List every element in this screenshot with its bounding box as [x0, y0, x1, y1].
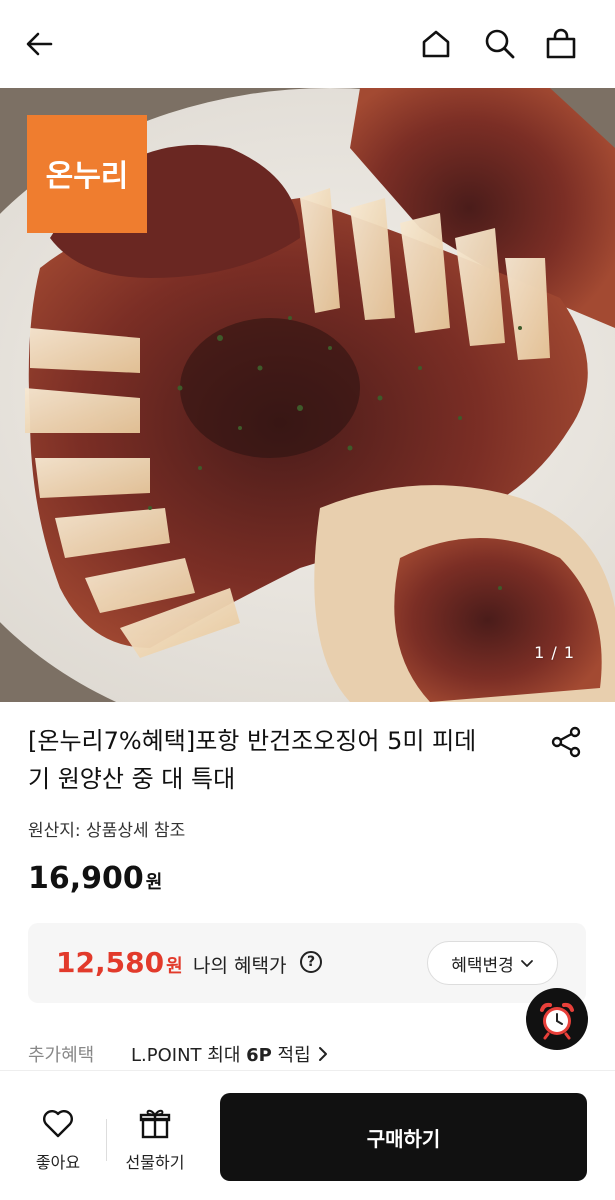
like-label: 좋아요: [35, 1153, 81, 1172]
product-title-line1: [온누리7%혜택]포항 반건조오징어 5미 피데: [28, 727, 477, 755]
product-title: [온누리7%혜택]포항 반건조오징어 5미 피데 기 원양산 중 대 특대: [28, 722, 548, 798]
svg-text:온누리: 온누리: [46, 159, 129, 194]
lpoint-link[interactable]: L.POINT 최대 6P 적립: [131, 1041, 329, 1067]
shopping-bag-icon: [546, 28, 576, 59]
price-unit: 원: [145, 872, 163, 893]
price-value: 16,900: [28, 861, 144, 896]
top-header: [0, 0, 615, 88]
extra-benefit-label: 추가혜택: [28, 1045, 95, 1066]
benefit-price-box: 12,580 원 나의 혜택가 ? 혜택변경: [28, 923, 586, 1003]
cart-button[interactable]: [539, 22, 583, 66]
heart-icon: [43, 1110, 73, 1138]
onnuri-logo-mark: 온누리: [46, 159, 129, 194]
product-image[interactable]: 온누리 1 / 1: [0, 88, 615, 702]
change-benefit-label: 혜택변경: [451, 955, 514, 976]
buy-button[interactable]: 구매하기: [220, 1093, 587, 1181]
chevron-right-icon: [318, 1047, 327, 1061]
change-benefit-button[interactable]: 혜택변경: [427, 941, 558, 985]
product-title-line2: 기 원양산 중 대 특대: [28, 765, 236, 793]
search-icon: [485, 29, 515, 59]
benefit-label: 나의 혜택가: [193, 955, 287, 977]
search-button[interactable]: [478, 22, 522, 66]
chevron-down-icon: [520, 960, 533, 967]
gift-icon: [139, 1109, 171, 1139]
benefit-price: 12,580 원: [56, 946, 183, 979]
benefit-price-unit: 원: [166, 956, 183, 977]
lpoint-text: L.POINT 최대 6P 적립: [131, 1041, 311, 1067]
lpoint-suffix: 적립: [271, 1045, 311, 1066]
lpoint-prefix: L.POINT 최대: [131, 1045, 247, 1066]
home-button[interactable]: [414, 22, 458, 66]
alarm-button[interactable]: [526, 988, 588, 1050]
benefit-price-value: 12,580: [56, 946, 165, 979]
onnuri-logo: 온누리: [27, 115, 147, 233]
alarm-clock-icon: [540, 1002, 574, 1040]
home-icon: [422, 30, 450, 58]
help-icon[interactable]: ?: [300, 951, 322, 973]
bottom-action-bar: 좋아요 선물하기 구매하기: [0, 1070, 615, 1200]
gift-label: 선물하기: [125, 1153, 185, 1172]
extra-benefit-row: 추가혜택 L.POINT 최대 6P 적립: [28, 1041, 329, 1067]
original-price: 16,900 원: [28, 861, 162, 896]
bottom-divider: [106, 1119, 107, 1161]
back-button[interactable]: [18, 22, 62, 66]
image-pager: 1 / 1: [534, 643, 575, 662]
gift-button[interactable]: 선물하기: [118, 1105, 192, 1173]
arrow-left-icon: [26, 32, 53, 56]
share-icon: [551, 726, 581, 758]
origin-info: 원산지: 상품상세 참조: [28, 821, 186, 841]
like-button[interactable]: 좋아요: [28, 1105, 88, 1173]
lpoint-amount: 6P: [246, 1045, 272, 1066]
share-button[interactable]: [548, 724, 584, 760]
